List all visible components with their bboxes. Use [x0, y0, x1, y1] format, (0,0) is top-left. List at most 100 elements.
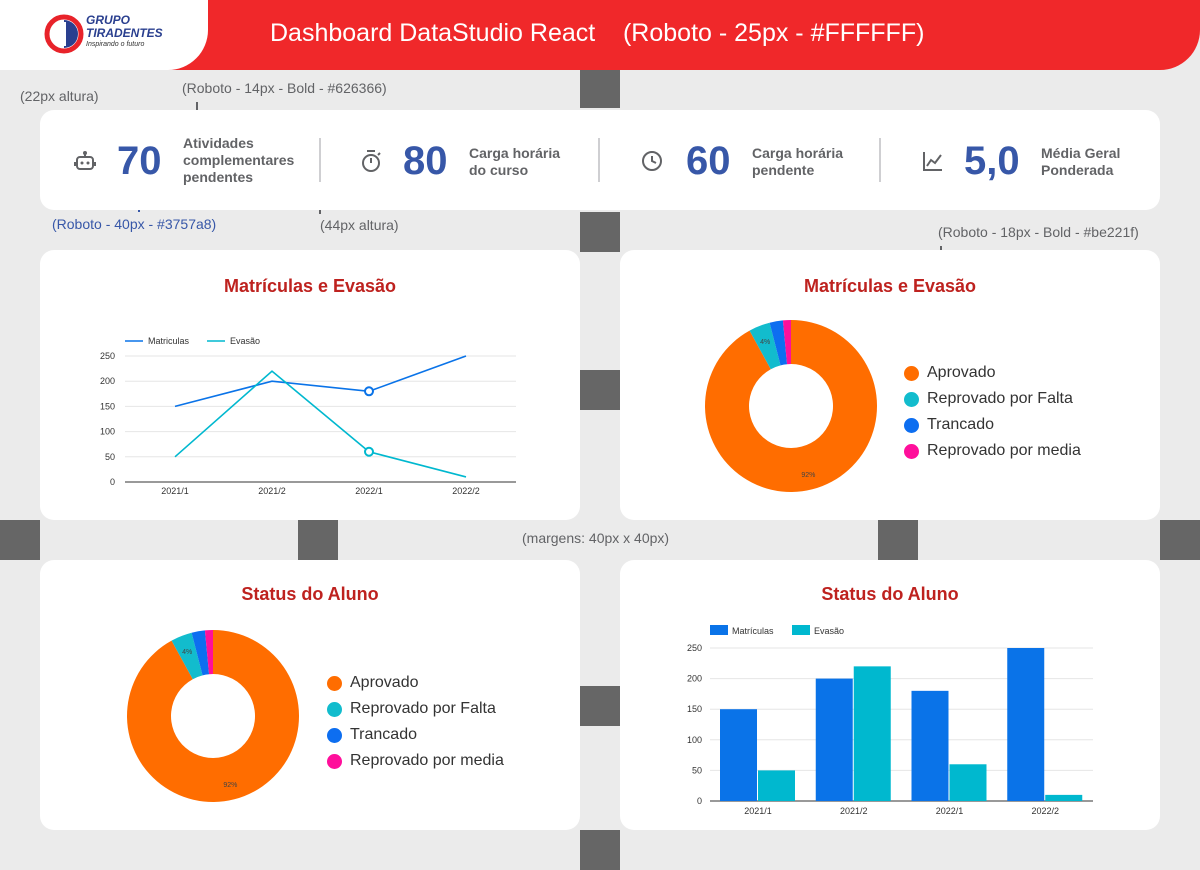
margin-block [580, 370, 620, 410]
slice-label: 92% [223, 782, 237, 789]
annotation-title-style: (Roboto - 18px - Bold - #be221f) [938, 224, 1139, 240]
legend-label: Trancado [350, 726, 417, 743]
page-title: Dashboard DataStudio React (Roboto - 25p… [270, 19, 925, 47]
margin-block [878, 520, 918, 560]
chart-legend: Aprovado Reprovado por Falta Trancado Repro… [904, 360, 1081, 464]
kpi-label: Carga horária pendente [752, 145, 843, 179]
line-chart-card: Matrículas e Evasão 0 50 100 150 200 250 2021/… [40, 250, 580, 520]
kpi-divider [879, 138, 881, 182]
x-tick-label: 2022/1 [355, 486, 383, 496]
legend-label: Reprovado por media [350, 752, 504, 769]
legend-label: Matriculas [148, 336, 190, 346]
legend-item: Trancado [327, 722, 504, 748]
logo-tagline: Inspirando o futuro [86, 41, 145, 48]
pie-slice [127, 630, 300, 802]
x-tick-label: 2022/2 [452, 486, 480, 496]
bar [853, 666, 891, 801]
kpi-value: 5,0 [964, 139, 1020, 183]
y-tick-label: 50 [105, 452, 115, 462]
kpi-value: 80 [403, 139, 448, 183]
donut-chart-card: Status do Aluno 92% 4% Aprovado Reprovado … [40, 560, 580, 830]
y-tick-label: 200 [100, 376, 115, 386]
logo-icon [44, 14, 84, 54]
line-chart: 0 50 100 150 200 250 2021/1 2021/2 2022/1 2022/2 M… [100, 336, 516, 496]
y-tick-label: 0 [697, 796, 702, 806]
y-tick-label: 150 [687, 704, 702, 714]
donut-chart-card: Matrículas e Evasão 92% 4% Aprovado Reprov… [620, 250, 1160, 520]
legend-label: Reprovado por media [927, 442, 1081, 459]
annotation-margins: (margens: 40px x 40px) [522, 530, 670, 546]
y-tick-label: 250 [100, 351, 115, 361]
annotation-label-style: (Roboto - 14px - Bold - #626366) [182, 80, 387, 96]
kpi-value: 70 [117, 139, 162, 183]
margin-block [580, 212, 620, 252]
clock-icon [642, 151, 662, 171]
legend-dot [327, 701, 342, 717]
slice-label: 92% [801, 472, 815, 479]
kpi-label-line: complementares [183, 152, 295, 168]
kpi-label-line: Carga horária [752, 145, 844, 161]
pie-slice [705, 320, 878, 492]
kpi-label: Atividades complementares pendentes [183, 135, 294, 186]
kpi-divider [598, 138, 600, 182]
kpi-label: Carga horária do curso [469, 145, 560, 179]
margin-block [580, 830, 620, 870]
legend-dot [327, 675, 342, 691]
x-tick-label: 2021/1 [161, 486, 189, 496]
kpi-label-line: Carga horária [469, 145, 561, 161]
bar [815, 678, 853, 801]
y-tick-label: 0 [110, 477, 115, 487]
y-tick-label: 250 [687, 643, 702, 653]
legend-item: Trancado [904, 412, 1081, 438]
legend-label: Evasão [230, 336, 260, 346]
legend-label: Reprovado por Falta [350, 700, 496, 717]
y-tick-label: 150 [100, 401, 115, 411]
margin-block [1160, 520, 1200, 560]
legend-swatch [792, 625, 810, 635]
kpi-label-line: Ponderada [1041, 162, 1114, 178]
annotation-value-style: (Roboto - 40px - #3757a8) [52, 216, 217, 232]
legend-dot [327, 753, 342, 769]
legend-dot [904, 391, 919, 407]
logo-text: GRUPO TIRADENTES Inspirando o futuro [86, 14, 163, 50]
legend-dot [327, 727, 342, 743]
kpi-label-line: pendente [752, 162, 815, 178]
legend-label: Matrículas [732, 626, 774, 636]
x-tick-label: 2022/1 [936, 806, 964, 816]
logo-line2: TIRADENTES [86, 26, 163, 40]
x-tick-label: 2021/1 [744, 806, 772, 816]
bar-chart-card: Status do Aluno 0 50 100 150 200 250 2021/1 202… [620, 560, 1160, 830]
kpi-label-line: Média Geral [1041, 145, 1121, 161]
slice-label: 4% [760, 339, 770, 346]
bar [720, 709, 757, 801]
y-tick-label: 200 [687, 674, 702, 684]
y-tick-label: 100 [100, 427, 115, 437]
trending-icon [923, 152, 942, 171]
legend-label: Aprovado [927, 364, 996, 381]
legend-item: Aprovado [904, 360, 1081, 386]
annotation-divider-height: (44px altura) [320, 217, 399, 233]
legend-swatch [710, 625, 728, 635]
legend-label: Evasão [814, 626, 844, 636]
bar [911, 690, 949, 801]
margin-block [0, 520, 40, 560]
stopwatch-icon [362, 150, 381, 172]
y-tick-label: 50 [692, 765, 702, 775]
legend-item: Reprovado por Falta [904, 386, 1081, 412]
kpi-label-line: Atividades [183, 135, 254, 151]
x-tick-label: 2021/2 [840, 806, 868, 816]
bar-chart: 0 50 100 150 200 250 2021/1 2021/2 2022/1 2022/2 M… [687, 625, 1093, 816]
kpi-card: 70 Atividades complementares pendentes 8… [40, 110, 1160, 210]
legend-dot [904, 443, 919, 459]
kpi-value: 60 [686, 139, 731, 183]
kpi-label-line: do curso [469, 162, 529, 178]
bar [758, 770, 795, 801]
kpi-label: Média Geral Ponderada [1041, 145, 1120, 179]
chart-legend: Aprovado Reprovado por Falta Trancado Repro… [327, 670, 504, 774]
margin-block [580, 70, 620, 108]
legend-item: Reprovado por media [904, 438, 1081, 464]
bar [1007, 648, 1045, 801]
kpi-divider [319, 138, 321, 182]
legend-label: Reprovado por Falta [927, 390, 1073, 407]
x-tick-label: 2021/2 [258, 486, 286, 496]
